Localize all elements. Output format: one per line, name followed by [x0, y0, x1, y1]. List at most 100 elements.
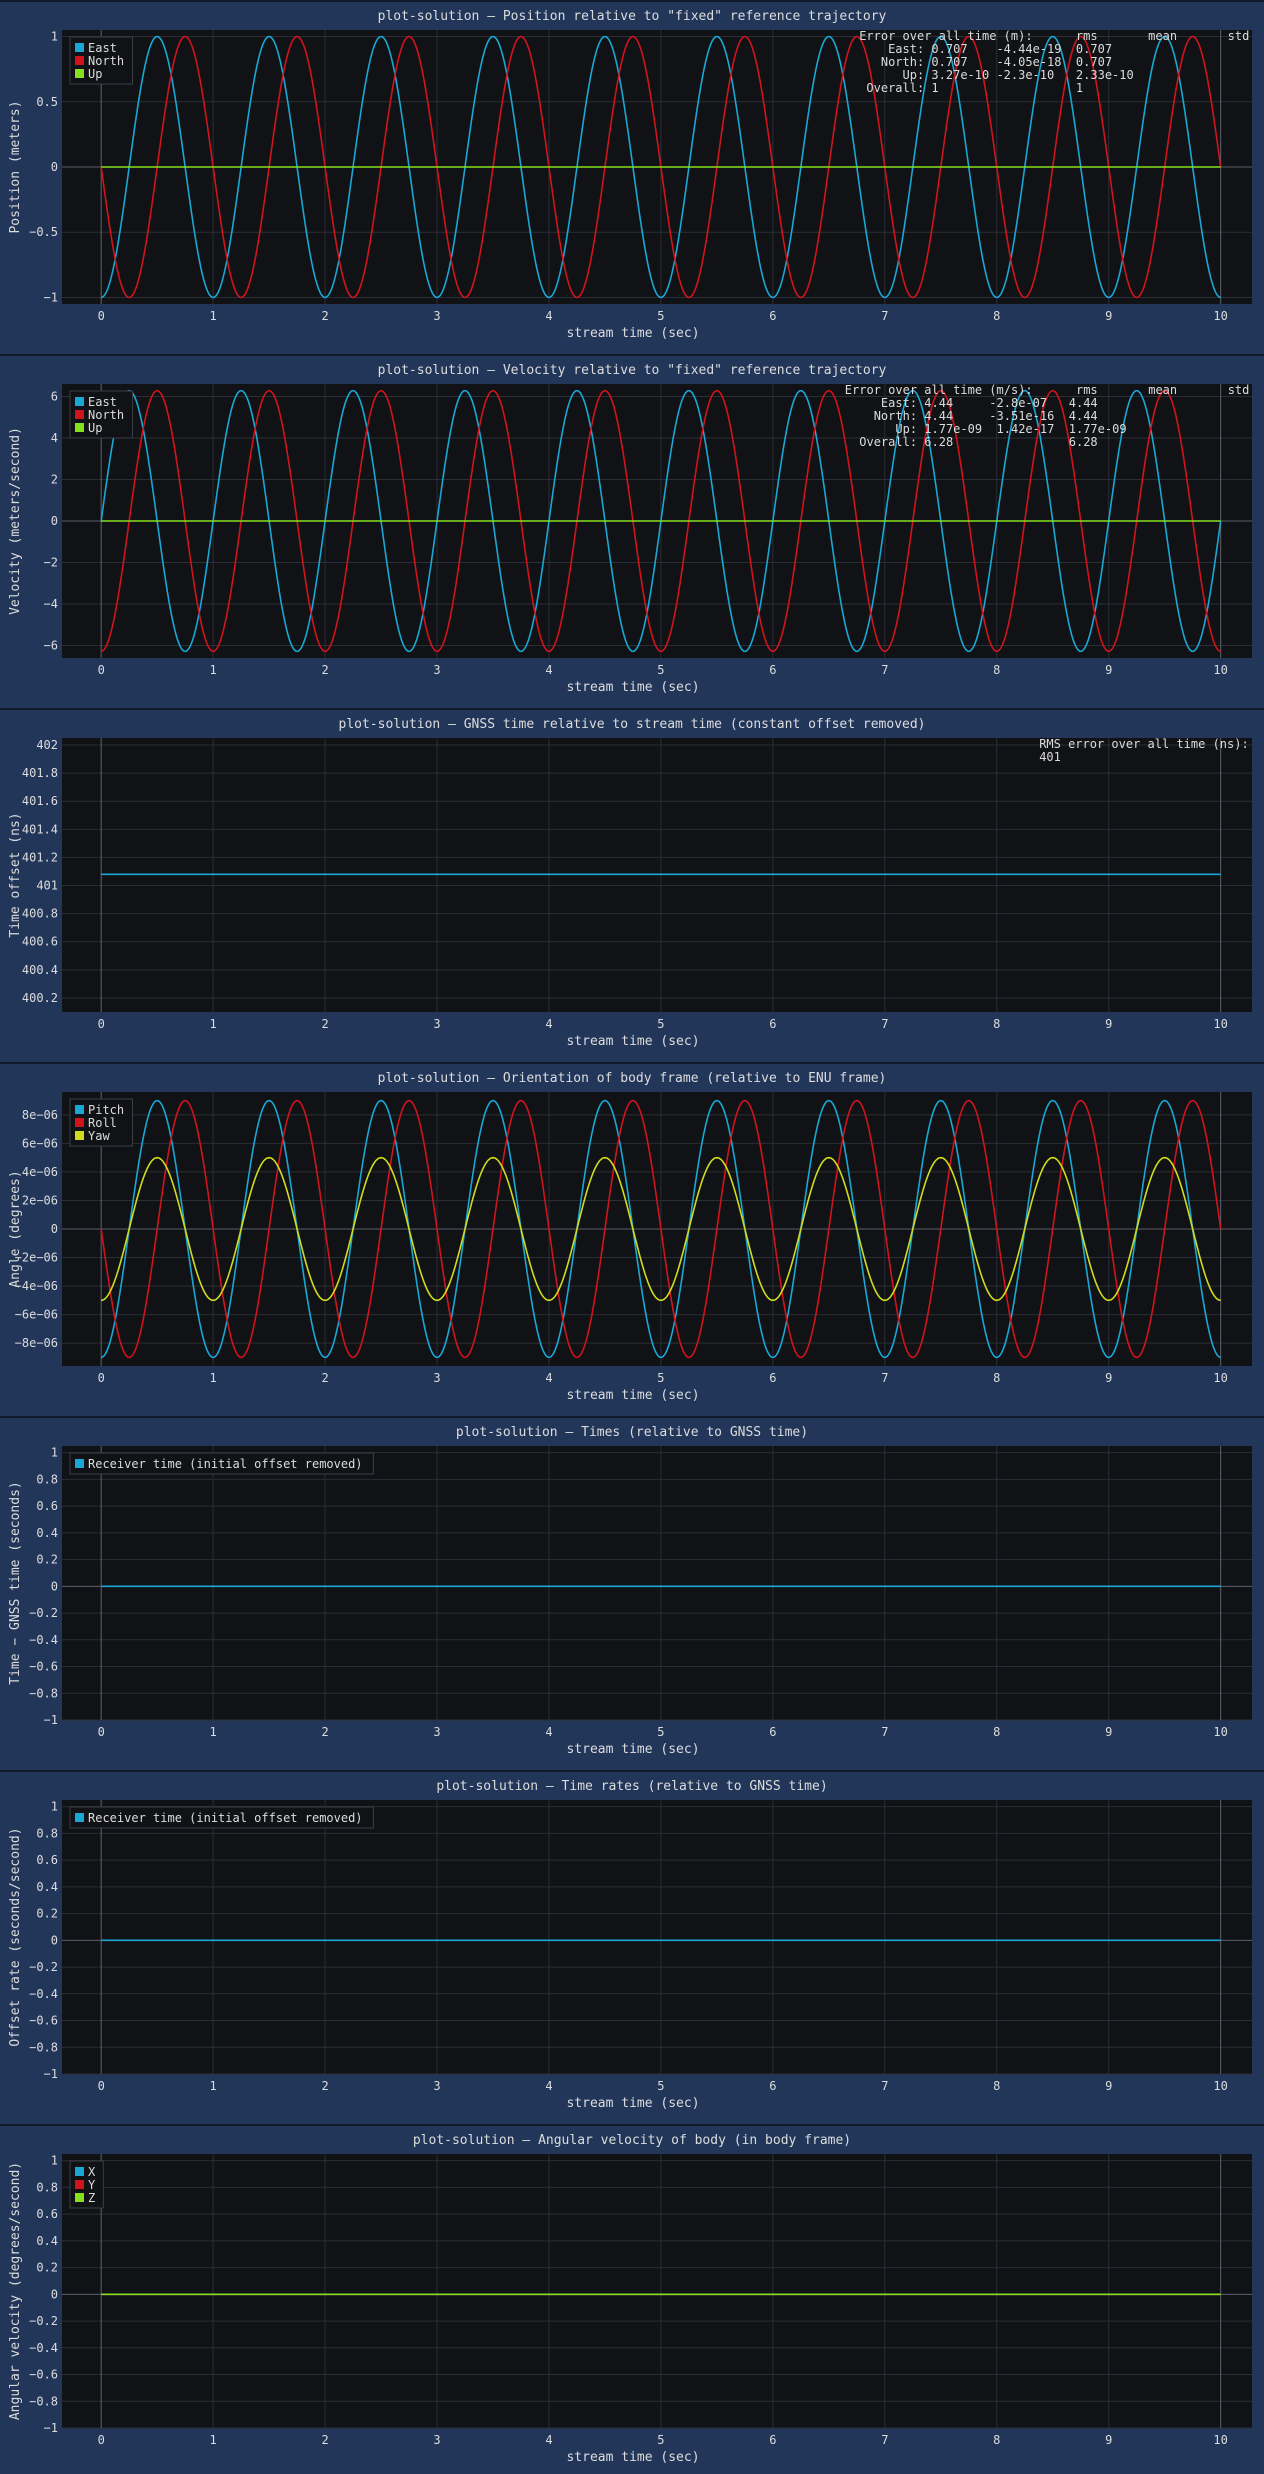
x-tick-label: 3 — [433, 663, 440, 677]
y-tick-label: 0.4 — [36, 1880, 58, 1894]
y-tick-label: 8e−06 — [22, 1108, 58, 1122]
y-tick-label: 0.5 — [36, 95, 58, 109]
y-tick-label: 1 — [51, 2154, 58, 2168]
y-axis-label: Angle (degrees) — [8, 1170, 23, 1287]
y-tick-label: −6 — [44, 639, 58, 653]
y-tick-label: 401.8 — [22, 766, 58, 780]
legend-swatch — [75, 1105, 84, 1114]
x-tick-label: 3 — [433, 1725, 440, 1739]
x-tick-label: 10 — [1213, 309, 1227, 323]
y-tick-label: 1 — [51, 1446, 58, 1460]
y-tick-label: −1 — [44, 2067, 58, 2081]
y-axis-label: Angular velocity (degrees/second) — [8, 2162, 23, 2420]
legend-swatch — [75, 1459, 84, 1468]
x-tick-label: 7 — [881, 1017, 888, 1031]
y-tick-label: 400.4 — [22, 963, 58, 977]
x-tick-label: 1 — [210, 2433, 217, 2447]
y-tick-label: 400.8 — [22, 907, 58, 921]
x-tick-label: 0 — [98, 1725, 105, 1739]
chart-title: plot-solution – Times (relative to GNSS … — [456, 1425, 808, 1440]
legend-swatch — [75, 410, 84, 419]
x-tick-label: 0 — [98, 1017, 105, 1031]
x-tick-label: 9 — [1105, 1371, 1112, 1385]
x-tick-label: 5 — [657, 663, 664, 677]
x-tick-label: 2 — [321, 663, 328, 677]
legend-swatch — [75, 1118, 84, 1127]
y-tick-label: 0.4 — [36, 2234, 58, 2248]
stats-line: Error over all time (m/s): rms mean std — [845, 383, 1250, 397]
legend-swatch — [75, 423, 84, 432]
y-tick-label: 6e−06 — [22, 1136, 58, 1150]
x-tick-label: 5 — [657, 1371, 664, 1385]
y-axis-label: Time − GNSS time (seconds) — [8, 1481, 23, 1685]
y-tick-label: 400.2 — [22, 991, 58, 1005]
y-tick-label: 0.6 — [36, 1499, 58, 1513]
legend-entry: Roll — [88, 1116, 117, 1130]
y-tick-label: 0.2 — [36, 2261, 58, 2275]
x-tick-label: 1 — [210, 1017, 217, 1031]
x-tick-label: 9 — [1105, 309, 1112, 323]
chart-svg: plot-solution – GNSS time relative to st… — [8, 717, 1252, 1049]
x-tick-label: 3 — [433, 309, 440, 323]
chart-title: plot-solution – Orientation of body fram… — [378, 1071, 887, 1086]
chart-stack: plot-solution – Position relative to "fi… — [0, 0, 1264, 2474]
x-tick-label: 1 — [210, 309, 217, 323]
x-axis-label: stream time (sec) — [566, 1388, 699, 1403]
x-tick-label: 7 — [881, 309, 888, 323]
legend-swatch — [75, 1131, 84, 1140]
x-tick-label: 9 — [1105, 1017, 1112, 1031]
y-tick-label: 0.2 — [36, 1907, 58, 1921]
stats-line: 401 — [1039, 750, 1061, 764]
legend-entry: Up — [88, 67, 102, 81]
x-tick-label: 2 — [321, 2079, 328, 2093]
legend-entry: Pitch — [88, 1103, 124, 1117]
x-tick-label: 6 — [769, 2433, 776, 2447]
y-tick-label: −8e−06 — [15, 1336, 58, 1350]
x-tick-label: 10 — [1213, 1725, 1227, 1739]
x-tick-label: 9 — [1105, 2433, 1112, 2447]
legend-entry: Z — [88, 2191, 95, 2205]
chart-panel: plot-solution – GNSS time relative to st… — [0, 708, 1264, 1062]
x-tick-label: 0 — [98, 2433, 105, 2447]
y-tick-label: 0 — [51, 2287, 58, 2301]
x-tick-label: 0 — [98, 309, 105, 323]
chart-panel: plot-solution – Position relative to "fi… — [0, 0, 1264, 354]
x-tick-label: 8 — [993, 1371, 1000, 1385]
x-tick-label: 2 — [321, 1725, 328, 1739]
stats-line: Up: 3.27e-10 -2.3e-10 2.33e-10 — [859, 68, 1134, 82]
y-axis-label: Velocity (meters/second) — [8, 427, 23, 615]
x-tick-label: 6 — [769, 309, 776, 323]
y-tick-label: 0.2 — [36, 1553, 58, 1567]
legend: EastNorthUp — [69, 390, 133, 439]
y-tick-label: 2 — [51, 472, 58, 486]
stats-line: Overall: 6.28 6.28 — [845, 435, 1098, 449]
x-tick-label: 6 — [769, 663, 776, 677]
chart-svg: plot-solution – Velocity relative to "fi… — [8, 363, 1252, 695]
x-tick-label: 8 — [993, 663, 1000, 677]
x-tick-label: 8 — [993, 1017, 1000, 1031]
y-axis-label: Offset rate (seconds/second) — [8, 1827, 23, 2046]
chart-svg: plot-solution – Position relative to "fi… — [8, 9, 1252, 341]
legend-swatch — [75, 43, 84, 52]
stats-line: North: 0.707 -4.05e-18 0.707 — [859, 55, 1112, 69]
legend: Receiver time (initial offset removed) — [69, 1452, 374, 1475]
x-tick-label: 1 — [210, 663, 217, 677]
y-tick-label: 1 — [51, 30, 58, 44]
x-tick-label: 5 — [657, 1017, 664, 1031]
y-tick-label: −0.4 — [29, 1633, 58, 1647]
stats-line: North: 4.44 -3.51e-16 4.44 — [845, 409, 1098, 423]
y-tick-label: −1 — [44, 1713, 58, 1727]
legend-entry: East — [88, 41, 117, 55]
x-tick-label: 5 — [657, 2433, 664, 2447]
y-tick-label: 0.6 — [36, 2207, 58, 2221]
legend-entry: Receiver time (initial offset removed) — [88, 1457, 363, 1471]
y-tick-label: 4 — [51, 431, 58, 445]
y-tick-label: 401 — [36, 879, 58, 893]
legend: XYZ — [69, 2160, 104, 2209]
x-tick-label: 6 — [769, 1017, 776, 1031]
x-tick-label: 4 — [545, 2433, 552, 2447]
legend-entry: North — [88, 54, 124, 68]
x-axis-label: stream time (sec) — [566, 680, 699, 695]
x-tick-label: 4 — [545, 1017, 552, 1031]
legend-entry: North — [88, 408, 124, 422]
